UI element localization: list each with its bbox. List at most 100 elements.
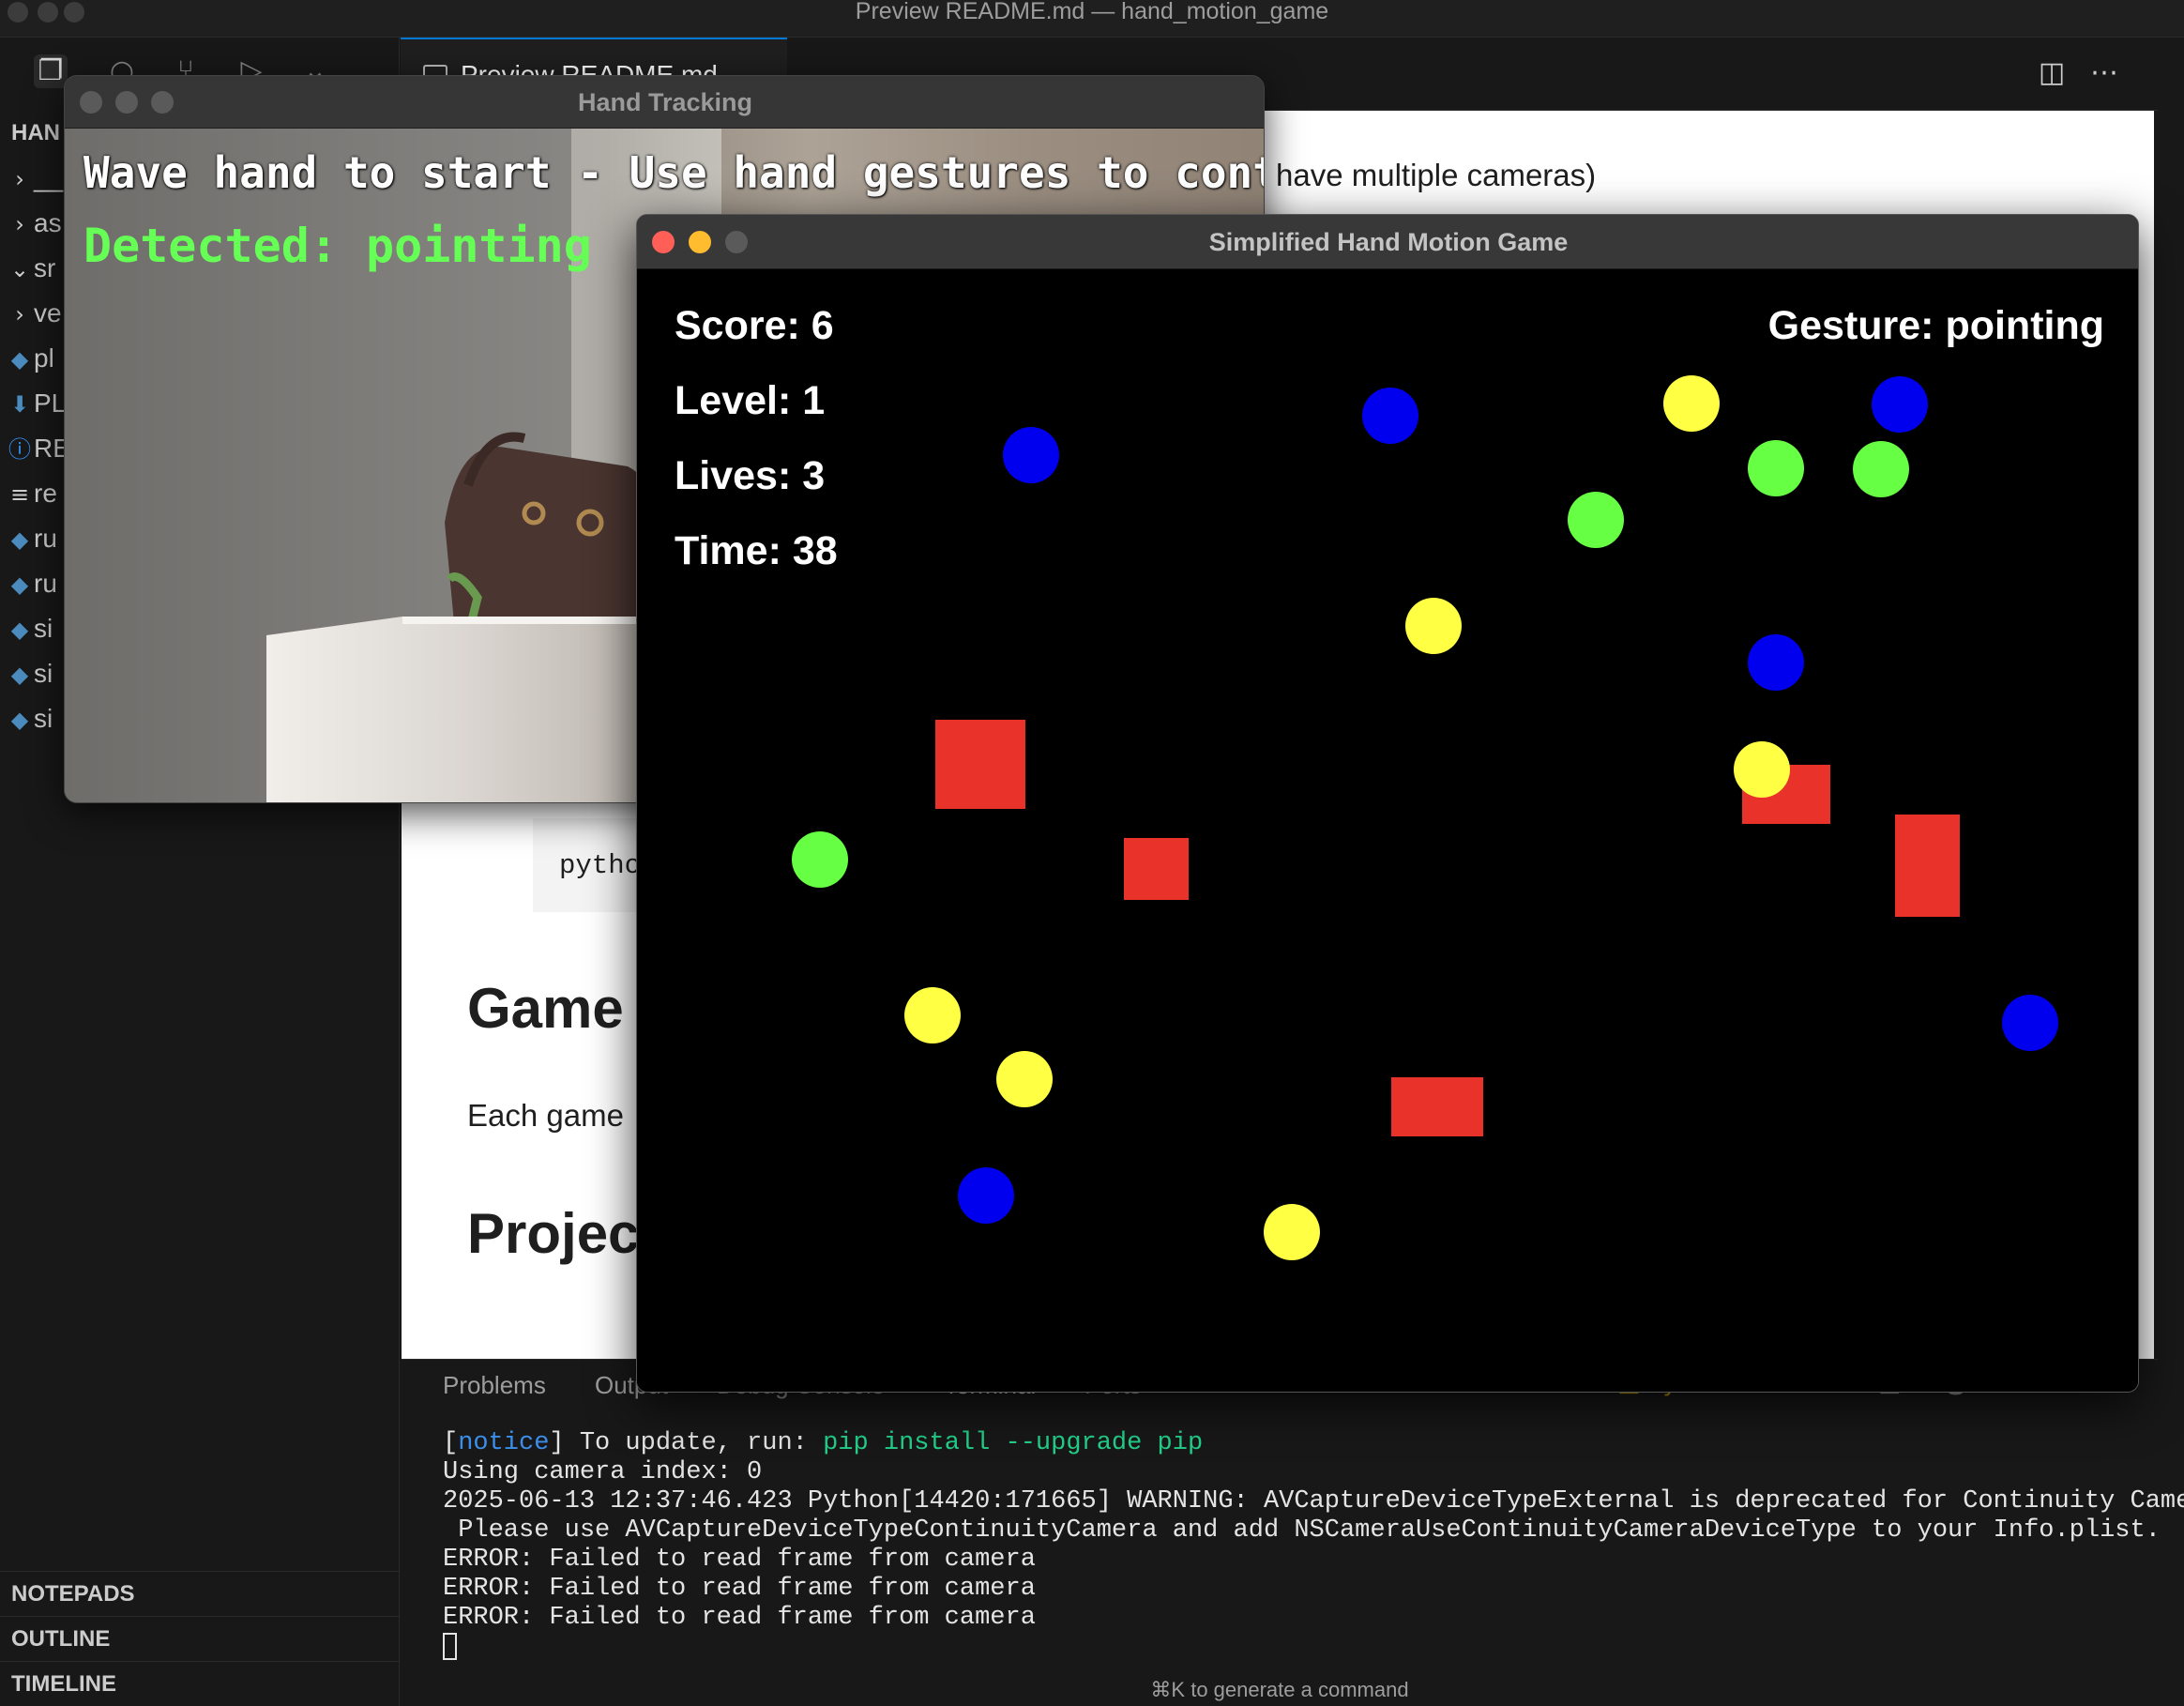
red-obstacle — [1895, 814, 1960, 917]
terminal-hint: ⌘K to generate a command — [1150, 1678, 1409, 1701]
tree-item[interactable]: › __ — [0, 156, 66, 201]
red-obstacle — [1391, 1077, 1483, 1136]
tree-item[interactable]: ◆ ru — [0, 561, 66, 606]
tree-item-label: si — [34, 659, 53, 688]
split-editor-icon[interactable]: ◫ — [2033, 54, 2070, 92]
more-actions-icon[interactable]: ⋯ — [2085, 54, 2123, 92]
tree-item-label: pl — [34, 343, 54, 373]
window-title: Preview README.md — hand_motion_game — [855, 0, 1329, 24]
terminal-line: ERROR: Failed to read frame from camera — [443, 1604, 1036, 1632]
section-outline[interactable]: OUTLINE — [0, 1616, 400, 1661]
yellow-ball — [904, 987, 961, 1043]
info-icon: ⓘ — [8, 436, 31, 463]
tree-item[interactable]: ⬇ PL — [0, 381, 66, 426]
score-label: Score: 6 — [675, 303, 834, 348]
tree-item[interactable]: ◆ ru — [0, 516, 66, 561]
time-label: Time: 38 — [675, 528, 838, 573]
explorer-icon[interactable]: ❐ — [34, 54, 68, 88]
tree-item-label: ve — [34, 298, 62, 327]
blue-ball — [2002, 994, 2058, 1051]
python-icon: ◆ — [10, 707, 29, 733]
gesture-label: Gesture: pointing — [1767, 303, 2104, 348]
notice-tag: notice — [458, 1429, 550, 1457]
terminal-line-notice: [notice] To update, run: pip install --u… — [443, 1429, 2131, 1458]
game-titlebar[interactable]: Simplified Hand Motion Game — [637, 215, 2138, 269]
tree-item-label: si — [34, 614, 53, 643]
green-ball — [1747, 439, 1804, 496]
green-ball — [792, 830, 848, 888]
green-ball — [1853, 441, 1909, 497]
yellow-ball — [1662, 374, 1720, 432]
tree-item[interactable]: ◆ si — [0, 696, 66, 741]
tree-item[interactable]: ◆ si — [0, 606, 66, 651]
python-icon: ◆ — [10, 346, 29, 373]
editor-scrollbar-area — [2158, 38, 2184, 1706]
tree-item[interactable]: › ve — [0, 291, 66, 336]
yellow-ball — [1263, 1204, 1320, 1260]
yellow-ball — [1405, 597, 1462, 654]
tree-item[interactable]: ≡ re — [0, 471, 66, 516]
terminal-prompt[interactable] — [443, 1633, 2131, 1662]
section-notepads[interactable]: NOTEPADS — [0, 1571, 400, 1616]
blue-ball — [1747, 633, 1804, 691]
terminal-cursor — [443, 1633, 457, 1660]
tree-item-label: PL — [34, 388, 66, 418]
chevron-down-icon: ⌄ — [9, 256, 30, 282]
game-window[interactable]: Simplified Hand Motion Game Score: 6 Lev… — [636, 214, 2139, 1393]
tree-item-label: sr — [34, 253, 56, 282]
bottom-panel: Problems Output Debug Console Terminal P… — [402, 1359, 2184, 1706]
notice-command: pip install --upgrade pip — [823, 1429, 1204, 1457]
tab-problems[interactable]: Problems — [443, 1371, 546, 1400]
notice-text: ] To update, run: — [549, 1429, 824, 1457]
green-ball — [1567, 492, 1624, 548]
level-label: Level: 1 — [675, 378, 826, 423]
blue-ball — [958, 1167, 1014, 1224]
game-canvas[interactable]: Score: 6 Level: 1 Lives: 3 Time: 38 Gest… — [637, 269, 2138, 1392]
tree-item[interactable]: ◆ pl — [0, 336, 66, 381]
hand-tracking-instruction: Wave hand to start - Use hand gestures t… — [83, 147, 1264, 198]
terminal-line: Using camera index: 0 — [443, 1458, 763, 1486]
lives-label: Lives: 3 — [675, 453, 826, 498]
red-obstacle — [935, 720, 1025, 809]
terminal-line: 2025-06-13 12:37:46.423 Python[14420:171… — [443, 1487, 2184, 1516]
tree-item[interactable]: ⌄ sr — [0, 246, 66, 291]
yellow-ball — [995, 1050, 1053, 1107]
download-icon: ⬇ — [9, 391, 30, 418]
terminal-line: ERROR: Failed to read frame from camera — [443, 1575, 1036, 1603]
code-text: pytho — [559, 850, 642, 881]
blue-ball — [1871, 376, 1928, 433]
text-icon: ≡ — [9, 481, 30, 508]
hand-tracking-title: Hand Tracking — [577, 88, 753, 116]
heading-game: Game — [467, 977, 624, 1040]
tree-item-label: RE — [34, 434, 66, 463]
tree-item-label: __ — [34, 163, 64, 192]
chevron-right-icon: › — [15, 166, 24, 192]
tree-item-label: ru — [34, 569, 57, 598]
chevron-right-icon: › — [15, 211, 24, 237]
blue-ball — [1361, 388, 1418, 444]
python-icon: ◆ — [10, 662, 29, 688]
explorer-header: HAN — [11, 120, 60, 145]
vscode-titlebar: Preview README.md — hand_motion_game — [0, 0, 2184, 38]
tree-item-label: si — [34, 704, 53, 733]
terminal-output[interactable]: [notice] To update, run: pip install --u… — [443, 1429, 2184, 1662]
detected-gesture-label: Detected: pointing — [83, 219, 592, 273]
section-timeline[interactable]: TIMELINE — [0, 1661, 400, 1706]
tree-item-label: as — [34, 208, 62, 237]
terminal-line: Please use AVCaptureDeviceTypeContinuity… — [443, 1516, 2161, 1545]
python-icon: ◆ — [10, 526, 29, 553]
tree-item[interactable]: ◆ si — [0, 651, 66, 696]
python-icon: ◆ — [10, 571, 29, 598]
tree-item[interactable]: ⓘ RE — [0, 426, 66, 471]
tree-item-label: ru — [34, 524, 57, 553]
chevron-right-icon: › — [15, 301, 24, 327]
notice-bracket: [ — [443, 1429, 459, 1457]
heading-project: Projec — [467, 1202, 640, 1265]
hand-tracking-titlebar[interactable]: Hand Tracking — [65, 76, 1264, 129]
blue-ball — [1003, 427, 1059, 483]
python-icon: ◆ — [10, 617, 29, 643]
preview-text-cameras: have multiple cameras) — [1276, 158, 1597, 192]
tree-item[interactable]: › as — [0, 201, 66, 246]
preview-para-each-game: Each game — [467, 1098, 624, 1133]
yellow-ball — [1733, 740, 1790, 798]
